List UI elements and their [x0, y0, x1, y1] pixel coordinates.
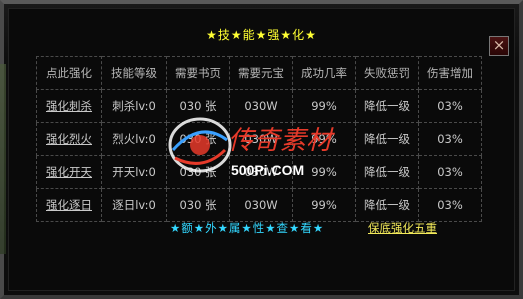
damage-increase-cell: 03% [418, 188, 482, 222]
success-rate-cell: 99% [292, 188, 356, 222]
table-row: 强化刺杀 刺杀lv:0 030 张 030W 99% 降低一级 03% [36, 89, 482, 123]
success-rate-cell: 99% [292, 155, 356, 189]
skill-enhance-window: ★技★能★强★化★ × 点此强化 技能等级 需要书页 需要元宝 成功几率 失败惩… [0, 0, 523, 299]
guarantee-enhance-link[interactable]: 保底强化五重 [368, 220, 437, 236]
required-pages-cell: 030 张 [166, 155, 230, 189]
table-row: 强化逐日 逐日lv:0 030 张 030W 99% 降低一级 03% [36, 188, 482, 222]
window-title: ★技★能★强★化★ [206, 28, 317, 42]
required-ingots-cell: 030W [229, 155, 293, 189]
damage-increase-cell: 03% [418, 155, 482, 189]
enhance-link-zhuri[interactable]: 强化逐日 [36, 188, 102, 222]
header-skill-level: 技能等级 [101, 56, 167, 90]
skill-level-cell: 烈火lv:0 [101, 122, 167, 156]
header-failure-penalty: 失败惩罚 [355, 56, 419, 90]
required-ingots-cell: 030W [229, 188, 293, 222]
damage-increase-cell: 03% [418, 89, 482, 123]
left-edge-decoration [0, 64, 6, 254]
table-row: 强化烈火 烈火lv:0 030 张 030W 99% 降低一级 03% [36, 122, 482, 156]
failure-penalty-cell: 降低一级 [355, 89, 419, 123]
enhance-link-liehuo[interactable]: 强化烈火 [36, 122, 102, 156]
enhance-link-cisha[interactable]: 强化刺杀 [36, 89, 102, 123]
required-pages-cell: 030 张 [166, 122, 230, 156]
header-required-ingots: 需要元宝 [229, 56, 293, 90]
success-rate-cell: 99% [292, 122, 356, 156]
failure-penalty-cell: 降低一级 [355, 188, 419, 222]
table-row: 强化开天 开天lv:0 030 张 030W 99% 降低一级 03% [36, 155, 482, 189]
required-pages-cell: 030 张 [166, 89, 230, 123]
header-damage-increase: 伤害增加 [418, 56, 482, 90]
required-ingots-cell: 030W [229, 122, 293, 156]
header-click-enhance: 点此强化 [36, 56, 102, 90]
damage-increase-cell: 03% [418, 122, 482, 156]
success-rate-cell: 99% [292, 89, 356, 123]
skill-enhance-table: 点此强化 技能等级 需要书页 需要元宝 成功几率 失败惩罚 伤害增加 强化刺杀 … [36, 56, 482, 222]
required-ingots-cell: 030W [229, 89, 293, 123]
close-icon: × [492, 36, 506, 54]
close-button[interactable]: × [489, 36, 509, 56]
header-required-pages: 需要书页 [166, 56, 230, 90]
skill-level-cell: 刺杀lv:0 [101, 89, 167, 123]
extra-attributes-button[interactable]: ★额★外★属★性★查★看★ [170, 220, 324, 236]
skill-level-cell: 逐日lv:0 [101, 188, 167, 222]
skill-level-cell: 开天lv:0 [101, 155, 167, 189]
failure-penalty-cell: 降低一级 [355, 122, 419, 156]
enhance-link-kaitian[interactable]: 强化开天 [36, 155, 102, 189]
header-success-rate: 成功几率 [292, 56, 356, 90]
failure-penalty-cell: 降低一级 [355, 155, 419, 189]
required-pages-cell: 030 张 [166, 188, 230, 222]
table-header-row: 点此强化 技能等级 需要书页 需要元宝 成功几率 失败惩罚 伤害增加 [36, 56, 482, 90]
